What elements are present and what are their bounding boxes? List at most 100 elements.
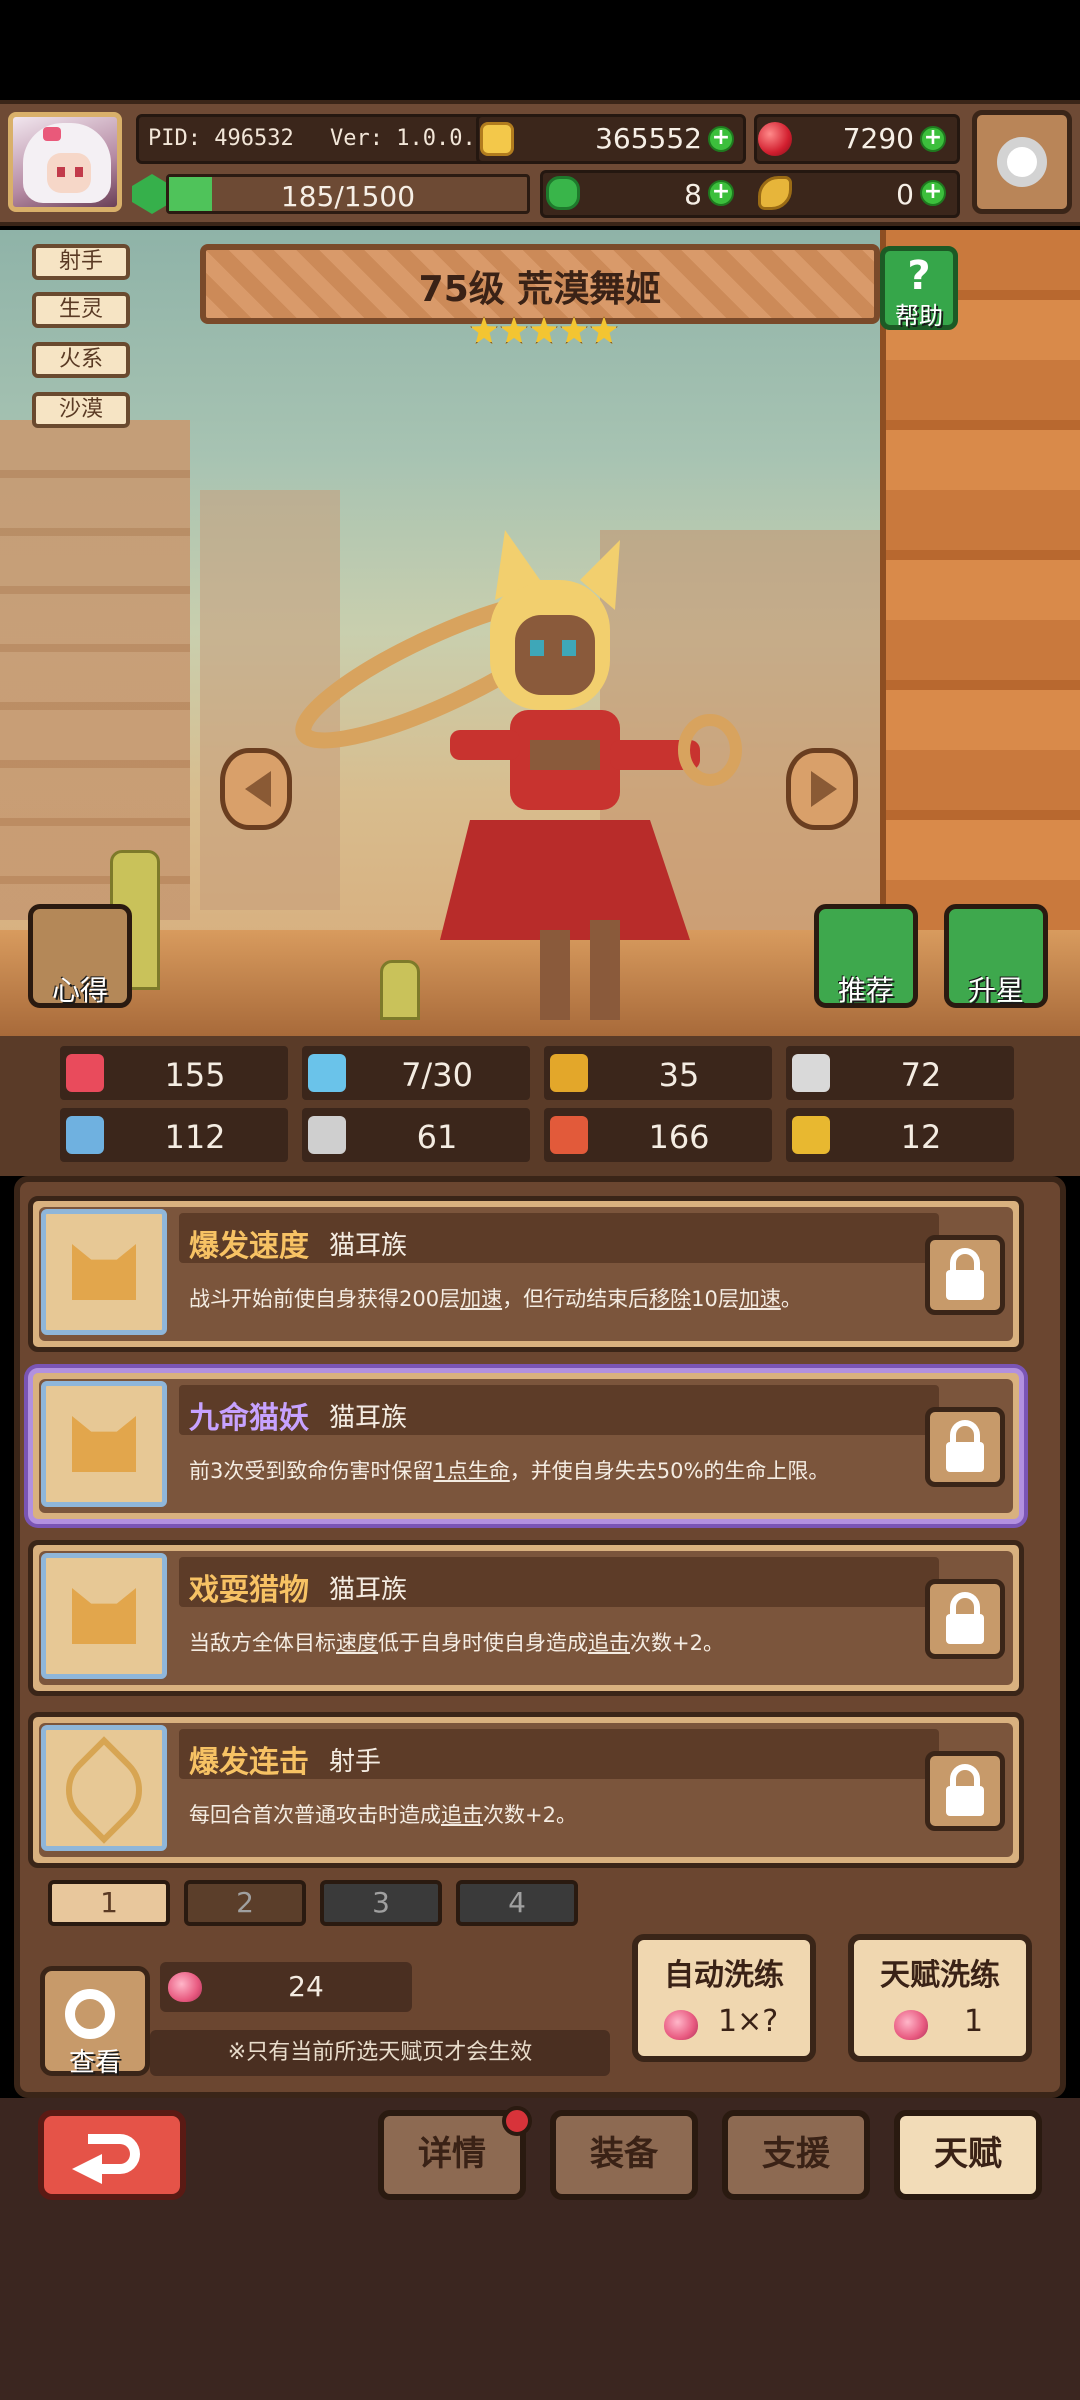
energy-value: 185/1500 — [280, 180, 416, 213]
lock-toggle-button[interactable] — [925, 1407, 1005, 1487]
gold-amount: 365552 — [595, 122, 702, 155]
unlock-icon — [946, 1270, 984, 1300]
help-label: 帮助 — [895, 302, 943, 330]
talent-desc-part: 移除 — [649, 1287, 692, 1311]
talent-race: 猫耳族 — [329, 1403, 408, 1433]
stat-boot: 166 — [544, 1108, 772, 1162]
talent-desc-part: 速度 — [336, 1631, 378, 1655]
view-label: 查看 — [68, 2048, 121, 2078]
next-hero-button[interactable] — [786, 748, 858, 830]
peach-icon — [168, 1972, 202, 2002]
wing-icon — [792, 1054, 830, 1092]
player-avatar[interactable] — [8, 112, 122, 212]
nav-support-button[interactable]: 支援 — [722, 2110, 870, 2200]
talent-card[interactable]: 九命猫妖 猫耳族 前3次受到致命伤害时保留1点生命，并使自身失去50%的生命上限。 — [28, 1368, 1024, 1524]
talent-desc-part: 追击 — [441, 1803, 483, 1827]
water-drop-icon — [308, 1054, 346, 1092]
stat-value: 166 — [648, 1118, 710, 1156]
add-gold-button[interactable]: + — [708, 126, 734, 152]
talent-desc-part: ，但行动结束后 — [502, 1287, 650, 1311]
book-icon — [308, 1116, 346, 1154]
stat-value: 112 — [164, 1118, 226, 1156]
gold-coin-icon — [480, 122, 514, 156]
talent-desc-part: 每回合首次普通攻击时造成 — [189, 1803, 441, 1827]
add-horn-button[interactable]: + — [920, 180, 946, 206]
star-up-label: 升星 — [967, 974, 1024, 1007]
recommend-button[interactable]: 推荐 — [814, 904, 918, 1008]
ruby-gem-icon — [758, 122, 792, 156]
page-tab-4[interactable]: 4 — [456, 1880, 578, 1926]
chevron-right-icon — [811, 771, 837, 807]
settings-gear-button[interactable] — [972, 110, 1072, 214]
talent-desc-part: 1点生命 — [433, 1459, 510, 1483]
talent-desc-part: 战斗开始前使自身获得200层 — [189, 1287, 461, 1311]
question-icon: ? — [907, 253, 931, 299]
stat-wing: 72 — [786, 1046, 1014, 1100]
add-clover-button[interactable]: + — [708, 180, 734, 206]
talent-card[interactable]: 戏耍猎物 猫耳族 当敌方全体目标速度低于自身时使自身造成追击次数+2。 — [28, 1540, 1024, 1696]
clover-icon — [546, 176, 580, 210]
talent-refine-button[interactable]: 天赋洗练 1 — [848, 1934, 1032, 2062]
fist-icon — [66, 1116, 104, 1154]
talent-page-tabs: 1 2 3 4 — [48, 1880, 578, 1930]
cat-icon — [41, 1209, 167, 1335]
chevron-left-icon — [245, 771, 271, 807]
auto-refine-button[interactable]: 自动洗练 1×? — [632, 1934, 816, 2062]
page-tab-2[interactable]: 2 — [184, 1880, 306, 1926]
page-tab-3[interactable]: 3 — [320, 1880, 442, 1926]
talent-name: 爆发连击 — [189, 1745, 309, 1780]
talent-desc-part: 追击 — [588, 1631, 630, 1655]
talent-card[interactable]: 爆发速度 猫耳族战斗开始前使自身获得200层加速，但行动结束后移除10层加速。 — [28, 1196, 1024, 1352]
peach-icon — [664, 2010, 698, 2040]
tag-archer: 射手 — [32, 244, 130, 280]
talent-desc-part: 次数+2。 — [630, 1631, 724, 1655]
talent-race: 射手 — [329, 1747, 382, 1777]
talent-desc-part: 次数+2。 — [483, 1803, 577, 1827]
cat-icon — [41, 1381, 167, 1507]
notes-label: 心得 — [51, 974, 108, 1007]
prev-hero-button[interactable] — [220, 748, 292, 830]
stat-heart: 155 — [60, 1046, 288, 1100]
cat-icon — [41, 1553, 167, 1679]
talent-description: 当敌方全体目标速度低于自身时使自身造成追击次数+2。 — [189, 1627, 929, 1657]
stat-magnet: 12 — [786, 1108, 1014, 1162]
talent-desc-part: 当敌方全体目标 — [189, 1631, 336, 1655]
stat-value: 35 — [658, 1056, 700, 1094]
star-icon — [560, 316, 588, 344]
player-id: PID: 496532 — [148, 126, 294, 151]
help-button[interactable]: ? 帮助 — [880, 246, 958, 330]
lock-toggle-button[interactable] — [925, 1235, 1005, 1315]
peach-count: 24 — [288, 1970, 324, 2003]
clover-amount: 8 — [684, 178, 702, 211]
hero-stars — [470, 316, 618, 352]
page-tab-1[interactable]: 1 — [48, 1880, 170, 1926]
star-up-button[interactable]: 升星 — [944, 904, 1048, 1008]
view-button[interactable]: 查看 — [40, 1966, 150, 2078]
talent-race: 猫耳族 — [329, 1575, 408, 1605]
stat-value: 7/30 — [401, 1056, 473, 1094]
notes-button[interactable]: 心得 — [28, 904, 132, 1008]
talent-desc-part: 前3次受到致命伤害时保留 — [189, 1459, 434, 1483]
talent-race: 猫耳族 — [329, 1231, 408, 1261]
nav-equipment-button[interactable]: 装备 — [550, 2110, 698, 2200]
auto-refine-cost: 1×? — [718, 2004, 779, 2039]
nav-talent-button[interactable]: 天赋 — [894, 2110, 1042, 2200]
add-gem-button[interactable]: + — [920, 126, 946, 152]
talent-desc-part: 。 — [780, 1287, 802, 1311]
bow-icon — [41, 1725, 167, 1851]
star-icon — [470, 316, 498, 344]
lock-toggle-button[interactable] — [925, 1751, 1005, 1831]
back-button[interactable] — [38, 2110, 186, 2200]
talent-description: 前3次受到致命伤害时保留1点生命，并使自身失去50%的生命上限。 — [189, 1455, 929, 1485]
talent-card[interactable]: 爆发连击 射手每回合首次普通攻击时造成追击次数+2。 — [28, 1712, 1024, 1868]
talent-description: 战斗开始前使自身获得200层加速，但行动结束后移除10层加速。 — [189, 1283, 929, 1313]
hero-sprite — [295, 530, 742, 1020]
talent-page-note: ※只有当前所选天赋页才会生效 — [150, 2030, 610, 2076]
stat-value: 72 — [900, 1056, 942, 1094]
star-icon — [530, 316, 558, 344]
talent-name: 爆发速度 — [189, 1229, 309, 1264]
lock-toggle-button[interactable] — [925, 1579, 1005, 1659]
unlock-icon — [946, 1442, 984, 1472]
unlock-icon — [946, 1786, 984, 1816]
hero-title-banner: 75级 荒漠舞姬 — [200, 244, 880, 324]
